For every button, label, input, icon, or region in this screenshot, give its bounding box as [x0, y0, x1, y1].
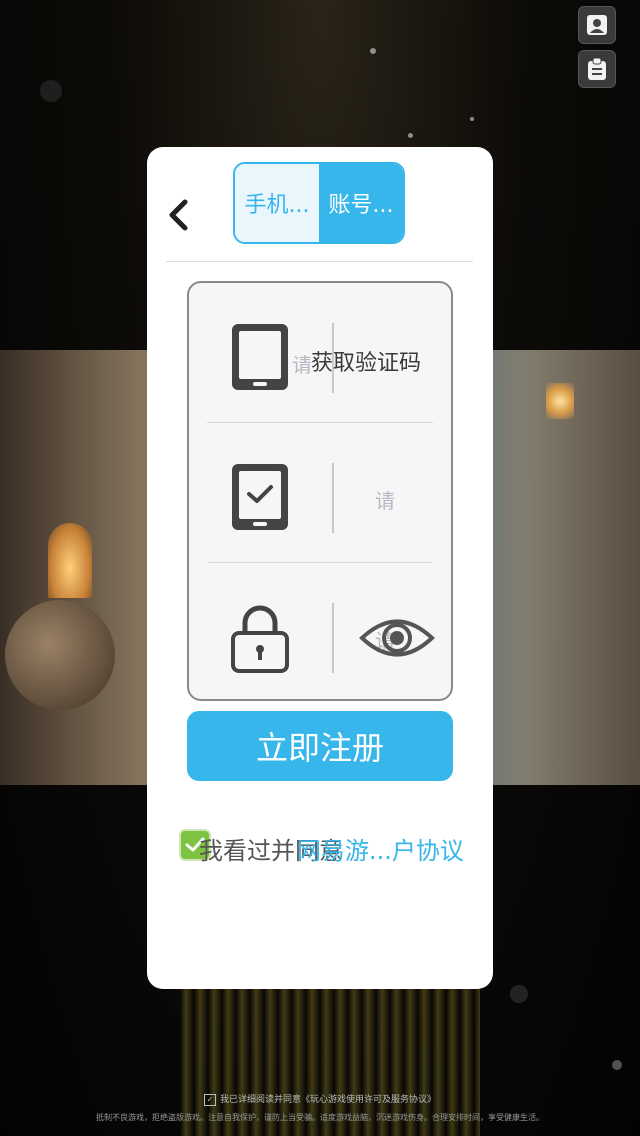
phone-row: 请 获取验证码: [189, 283, 451, 423]
register-dialog: 手机... 账号... 请 获取验证码 请 请 立即注册 我看过并同意 网易游.…: [147, 147, 493, 989]
footer-agreement-text[interactable]: 我已详细阅读并同意《玩心游戏使用许可及服务协议》: [220, 1095, 436, 1105]
sparkle: [612, 1060, 622, 1070]
tab-phone[interactable]: 手机...: [235, 164, 319, 242]
notice-icon: [588, 57, 606, 80]
code-row: 请: [189, 423, 451, 563]
sparkle: [510, 985, 528, 1003]
login-mode-tabs: 手机... 账号...: [233, 162, 405, 244]
register-form: 请 获取验证码 请 请: [187, 281, 453, 701]
tab-account[interactable]: 账号...: [319, 164, 403, 242]
notice-button[interactable]: [578, 50, 616, 88]
password-divider: [332, 603, 334, 673]
get-code-button[interactable]: 获取验证码: [311, 345, 421, 377]
phone-icon: [232, 324, 288, 390]
password-row: 请: [189, 563, 451, 703]
footer-checkbox[interactable]: ✓: [203, 1093, 216, 1106]
barrel-decoration: [5, 600, 115, 710]
phone-input[interactable]: 请: [292, 349, 312, 378]
lit-window-decoration: [48, 523, 92, 598]
verify-phone-icon: [232, 464, 288, 530]
lamp-decoration: [546, 383, 574, 419]
code-input[interactable]: 请: [375, 485, 395, 514]
sparkle: [40, 80, 62, 102]
eye-icon[interactable]: [359, 613, 435, 663]
sparkle: [470, 117, 474, 121]
user-center-button[interactable]: [578, 6, 616, 44]
sparkle: [370, 48, 376, 54]
agreement-row: 我看过并同意 网易游...户协议: [177, 827, 477, 867]
sparkle: [408, 133, 413, 138]
header-divider: [166, 261, 473, 262]
user-agreement-link[interactable]: 网易游...户协议: [297, 831, 464, 866]
code-divider: [332, 463, 334, 533]
lock-icon: [231, 605, 289, 673]
footer-agreement: ✓ 我已详细阅读并同意《玩心游戏使用许可及服务协议》: [0, 1092, 640, 1106]
register-button[interactable]: 立即注册: [187, 711, 453, 781]
chevron-left-icon: [169, 199, 188, 231]
back-button[interactable]: [163, 197, 193, 233]
health-notice: 抵制不良游戏，拒绝盗版游戏。注意自我保护，谨防上当受骗。适度游戏益脑，沉迷游戏伤…: [96, 1113, 544, 1122]
user-icon: [587, 15, 607, 35]
